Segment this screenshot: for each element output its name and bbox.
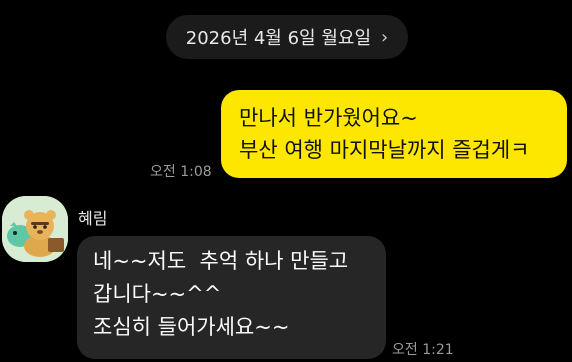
message-text-line: 조심히 들어가세요~~ bbox=[93, 315, 290, 339]
character-avatar-icon bbox=[2, 196, 68, 262]
sender-name: 혜림 bbox=[78, 209, 108, 228]
message-text-line: 만나서 반가웠어요~ bbox=[239, 106, 418, 130]
chevron-right-icon: › bbox=[381, 26, 389, 48]
message-text-line: 갑니다~~^^ bbox=[93, 282, 222, 306]
date-divider[interactable]: 2026년 4월 6일 월요일 › bbox=[166, 15, 408, 59]
message-timestamp: 오전 1:08 bbox=[150, 164, 212, 180]
message-text-line: 네~~저도 추억 하나 만들고 bbox=[93, 249, 349, 273]
incoming-message-bubble[interactable]: 네~~저도 추억 하나 만들고 갑니다~~^^ 조심히 들어가세요~~ bbox=[77, 236, 386, 359]
message-text-line: 부산 여행 마지막날까지 즐겁게ㅋ bbox=[239, 138, 530, 162]
message-timestamp: 오전 1:21 bbox=[392, 342, 454, 358]
date-divider-label: 2026년 4월 6일 월요일 bbox=[185, 28, 372, 49]
avatar[interactable] bbox=[2, 196, 68, 262]
outgoing-message-bubble[interactable]: 만나서 반가웠어요~ 부산 여행 마지막날까지 즐겁게ㅋ bbox=[221, 90, 567, 178]
